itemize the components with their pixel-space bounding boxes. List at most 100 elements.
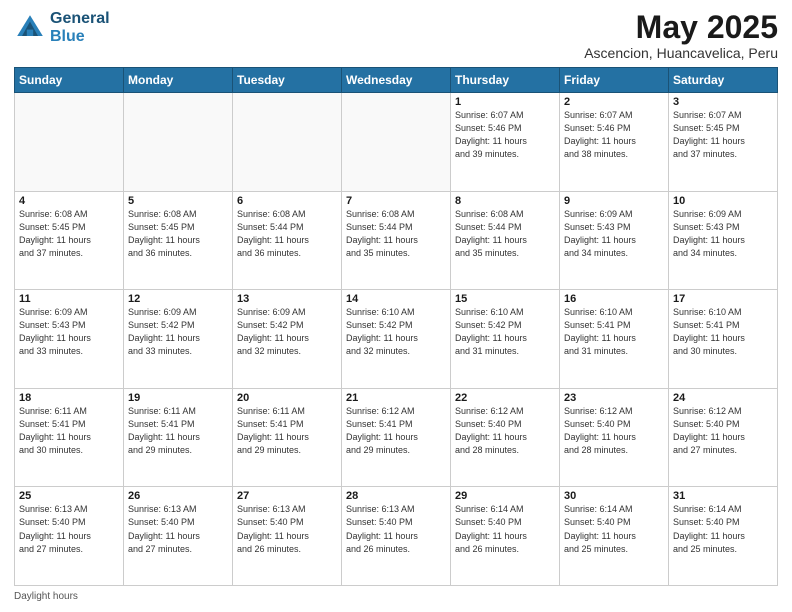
page: General Blue May 2025 Ascencion, Huancav… xyxy=(0,0,792,612)
day-info: Sunrise: 6:09 AM Sunset: 5:43 PM Dayligh… xyxy=(673,208,773,260)
calendar-body: 1Sunrise: 6:07 AM Sunset: 5:46 PM Daylig… xyxy=(15,93,778,586)
day-header-friday: Friday xyxy=(560,68,669,93)
day-info: Sunrise: 6:08 AM Sunset: 5:45 PM Dayligh… xyxy=(128,208,228,260)
day-header-monday: Monday xyxy=(124,68,233,93)
calendar-cell: 29Sunrise: 6:14 AM Sunset: 5:40 PM Dayli… xyxy=(451,487,560,586)
day-number: 16 xyxy=(564,293,664,305)
day-number: 4 xyxy=(19,195,119,207)
day-info: Sunrise: 6:12 AM Sunset: 5:40 PM Dayligh… xyxy=(673,405,773,457)
day-number: 17 xyxy=(673,293,773,305)
day-header-saturday: Saturday xyxy=(669,68,778,93)
calendar-cell: 27Sunrise: 6:13 AM Sunset: 5:40 PM Dayli… xyxy=(233,487,342,586)
day-info: Sunrise: 6:14 AM Sunset: 5:40 PM Dayligh… xyxy=(564,503,664,555)
day-info: Sunrise: 6:13 AM Sunset: 5:40 PM Dayligh… xyxy=(346,503,446,555)
daylight-note: Daylight hours xyxy=(14,591,78,602)
day-info: Sunrise: 6:10 AM Sunset: 5:41 PM Dayligh… xyxy=(673,306,773,358)
day-info: Sunrise: 6:07 AM Sunset: 5:46 PM Dayligh… xyxy=(564,109,664,161)
day-info: Sunrise: 6:08 AM Sunset: 5:44 PM Dayligh… xyxy=(237,208,337,260)
day-info: Sunrise: 6:11 AM Sunset: 5:41 PM Dayligh… xyxy=(19,405,119,457)
day-number: 13 xyxy=(237,293,337,305)
calendar-cell: 7Sunrise: 6:08 AM Sunset: 5:44 PM Daylig… xyxy=(342,191,451,290)
day-info: Sunrise: 6:11 AM Sunset: 5:41 PM Dayligh… xyxy=(237,405,337,457)
calendar-cell: 24Sunrise: 6:12 AM Sunset: 5:40 PM Dayli… xyxy=(669,388,778,487)
day-info: Sunrise: 6:07 AM Sunset: 5:45 PM Dayligh… xyxy=(673,109,773,161)
calendar-table: SundayMondayTuesdayWednesdayThursdayFrid… xyxy=(14,67,778,586)
day-info: Sunrise: 6:12 AM Sunset: 5:41 PM Dayligh… xyxy=(346,405,446,457)
calendar-cell: 17Sunrise: 6:10 AM Sunset: 5:41 PM Dayli… xyxy=(669,290,778,389)
calendar-cell: 25Sunrise: 6:13 AM Sunset: 5:40 PM Dayli… xyxy=(15,487,124,586)
day-number: 20 xyxy=(237,392,337,404)
calendar-cell: 13Sunrise: 6:09 AM Sunset: 5:42 PM Dayli… xyxy=(233,290,342,389)
day-info: Sunrise: 6:10 AM Sunset: 5:41 PM Dayligh… xyxy=(564,306,664,358)
day-info: Sunrise: 6:08 AM Sunset: 5:44 PM Dayligh… xyxy=(455,208,555,260)
day-header-thursday: Thursday xyxy=(451,68,560,93)
day-info: Sunrise: 6:07 AM Sunset: 5:46 PM Dayligh… xyxy=(455,109,555,161)
logo-text: General Blue xyxy=(50,10,110,45)
calendar-cell: 5Sunrise: 6:08 AM Sunset: 5:45 PM Daylig… xyxy=(124,191,233,290)
calendar-cell: 9Sunrise: 6:09 AM Sunset: 5:43 PM Daylig… xyxy=(560,191,669,290)
day-number: 10 xyxy=(673,195,773,207)
day-number: 22 xyxy=(455,392,555,404)
day-number: 31 xyxy=(673,490,773,502)
day-number: 18 xyxy=(19,392,119,404)
calendar-cell: 22Sunrise: 6:12 AM Sunset: 5:40 PM Dayli… xyxy=(451,388,560,487)
calendar-cell: 28Sunrise: 6:13 AM Sunset: 5:40 PM Dayli… xyxy=(342,487,451,586)
day-info: Sunrise: 6:10 AM Sunset: 5:42 PM Dayligh… xyxy=(346,306,446,358)
calendar-cell: 15Sunrise: 6:10 AM Sunset: 5:42 PM Dayli… xyxy=(451,290,560,389)
calendar-cell: 3Sunrise: 6:07 AM Sunset: 5:45 PM Daylig… xyxy=(669,93,778,192)
week-row-5: 25Sunrise: 6:13 AM Sunset: 5:40 PM Dayli… xyxy=(15,487,778,586)
day-header-tuesday: Tuesday xyxy=(233,68,342,93)
day-number: 24 xyxy=(673,392,773,404)
week-row-3: 11Sunrise: 6:09 AM Sunset: 5:43 PM Dayli… xyxy=(15,290,778,389)
day-info: Sunrise: 6:11 AM Sunset: 5:41 PM Dayligh… xyxy=(128,405,228,457)
day-number: 14 xyxy=(346,293,446,305)
title-block: May 2025 Ascencion, Huancavelica, Peru xyxy=(584,10,778,61)
day-info: Sunrise: 6:13 AM Sunset: 5:40 PM Dayligh… xyxy=(237,503,337,555)
day-info: Sunrise: 6:14 AM Sunset: 5:40 PM Dayligh… xyxy=(673,503,773,555)
footer-note: Daylight hours xyxy=(14,591,778,602)
day-number: 15 xyxy=(455,293,555,305)
day-number: 2 xyxy=(564,96,664,108)
day-number: 29 xyxy=(455,490,555,502)
calendar-cell: 2Sunrise: 6:07 AM Sunset: 5:46 PM Daylig… xyxy=(560,93,669,192)
day-info: Sunrise: 6:12 AM Sunset: 5:40 PM Dayligh… xyxy=(455,405,555,457)
logo-line2: Blue xyxy=(50,28,110,46)
calendar-cell: 4Sunrise: 6:08 AM Sunset: 5:45 PM Daylig… xyxy=(15,191,124,290)
calendar-cell: 12Sunrise: 6:09 AM Sunset: 5:42 PM Dayli… xyxy=(124,290,233,389)
month-title: May 2025 xyxy=(584,10,778,45)
calendar-cell: 6Sunrise: 6:08 AM Sunset: 5:44 PM Daylig… xyxy=(233,191,342,290)
calendar-cell: 10Sunrise: 6:09 AM Sunset: 5:43 PM Dayli… xyxy=(669,191,778,290)
day-info: Sunrise: 6:13 AM Sunset: 5:40 PM Dayligh… xyxy=(128,503,228,555)
calendar-cell: 18Sunrise: 6:11 AM Sunset: 5:41 PM Dayli… xyxy=(15,388,124,487)
calendar-cell: 23Sunrise: 6:12 AM Sunset: 5:40 PM Dayli… xyxy=(560,388,669,487)
day-number: 25 xyxy=(19,490,119,502)
day-number: 7 xyxy=(346,195,446,207)
day-number: 23 xyxy=(564,392,664,404)
calendar-cell: 16Sunrise: 6:10 AM Sunset: 5:41 PM Dayli… xyxy=(560,290,669,389)
calendar-header: SundayMondayTuesdayWednesdayThursdayFrid… xyxy=(15,68,778,93)
week-row-4: 18Sunrise: 6:11 AM Sunset: 5:41 PM Dayli… xyxy=(15,388,778,487)
day-number: 19 xyxy=(128,392,228,404)
header-row: SundayMondayTuesdayWednesdayThursdayFrid… xyxy=(15,68,778,93)
day-number: 21 xyxy=(346,392,446,404)
logo: General Blue xyxy=(14,10,110,45)
day-number: 11 xyxy=(19,293,119,305)
day-number: 3 xyxy=(673,96,773,108)
day-number: 6 xyxy=(237,195,337,207)
calendar-cell: 21Sunrise: 6:12 AM Sunset: 5:41 PM Dayli… xyxy=(342,388,451,487)
calendar-cell: 1Sunrise: 6:07 AM Sunset: 5:46 PM Daylig… xyxy=(451,93,560,192)
calendar-cell xyxy=(15,93,124,192)
day-info: Sunrise: 6:09 AM Sunset: 5:43 PM Dayligh… xyxy=(564,208,664,260)
day-number: 1 xyxy=(455,96,555,108)
calendar-cell: 19Sunrise: 6:11 AM Sunset: 5:41 PM Dayli… xyxy=(124,388,233,487)
day-number: 12 xyxy=(128,293,228,305)
calendar-cell: 14Sunrise: 6:10 AM Sunset: 5:42 PM Dayli… xyxy=(342,290,451,389)
logo-line1: General xyxy=(50,10,110,28)
day-info: Sunrise: 6:13 AM Sunset: 5:40 PM Dayligh… xyxy=(19,503,119,555)
day-number: 26 xyxy=(128,490,228,502)
day-number: 9 xyxy=(564,195,664,207)
day-info: Sunrise: 6:08 AM Sunset: 5:44 PM Dayligh… xyxy=(346,208,446,260)
logo-icon xyxy=(14,12,46,44)
day-info: Sunrise: 6:14 AM Sunset: 5:40 PM Dayligh… xyxy=(455,503,555,555)
day-header-wednesday: Wednesday xyxy=(342,68,451,93)
